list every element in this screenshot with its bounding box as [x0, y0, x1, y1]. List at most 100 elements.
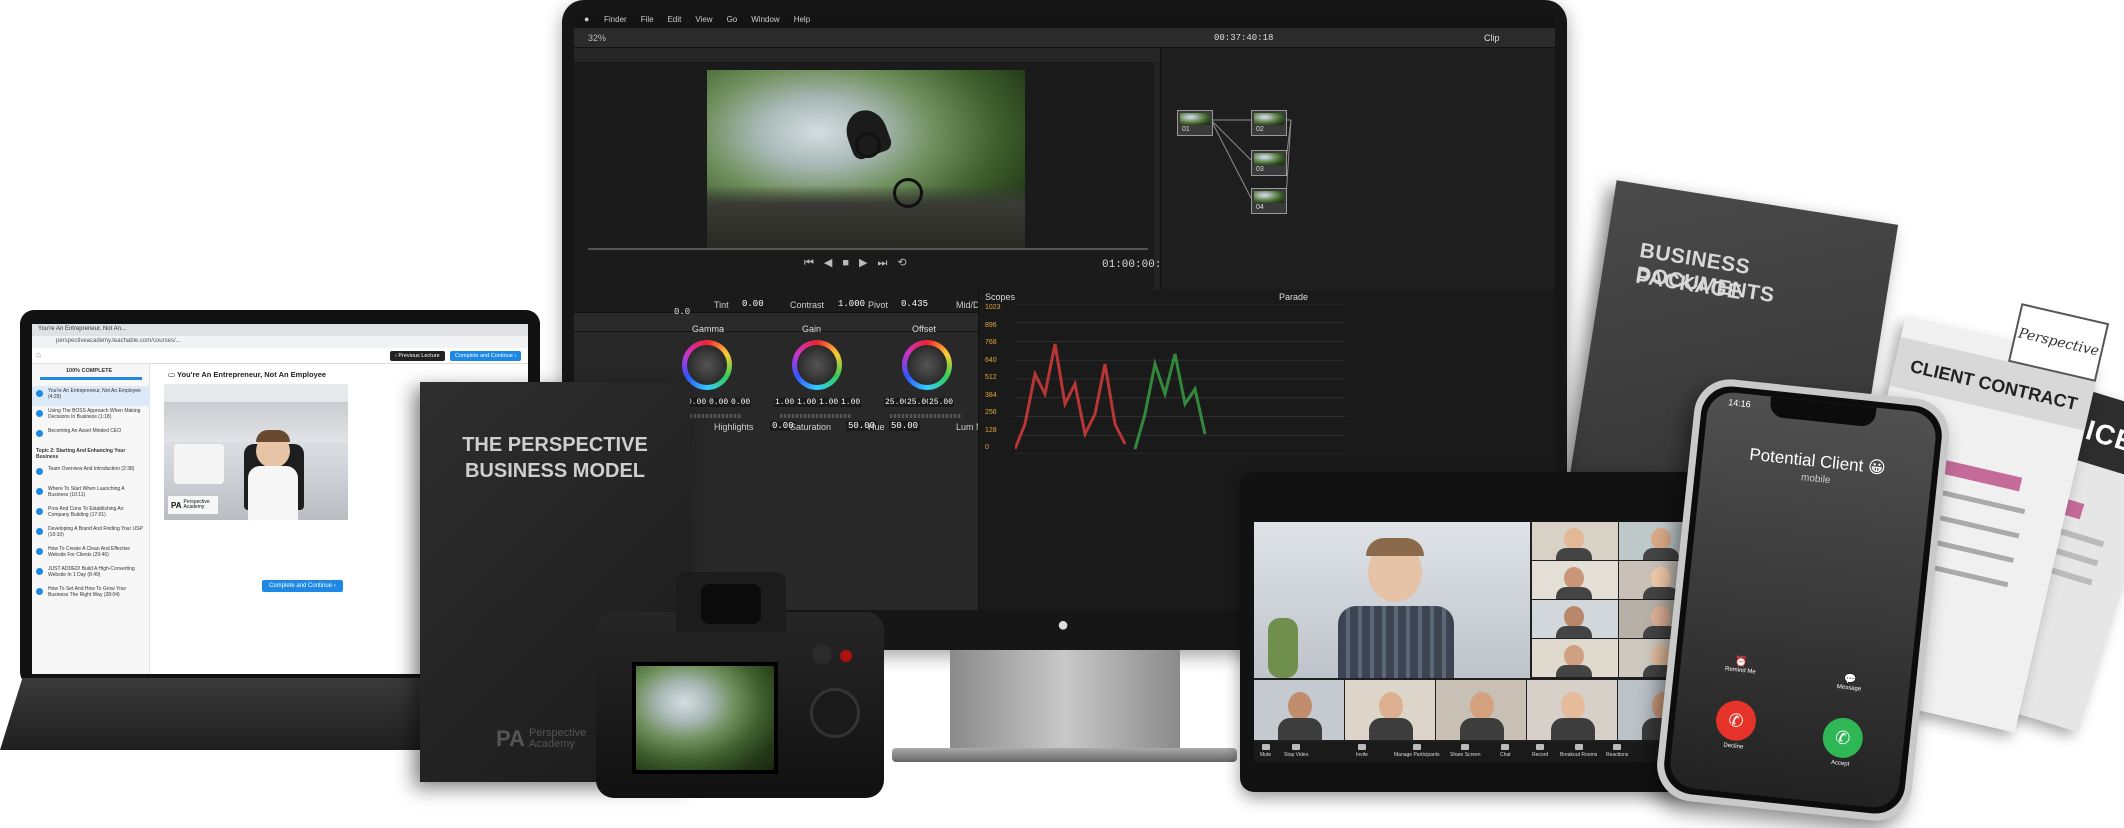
wheel-value[interactable]: 25.00: [928, 398, 955, 407]
wheel-value[interactable]: 0.00: [708, 398, 730, 407]
wheel-value[interactable]: 1.00: [796, 398, 818, 407]
course-header: ⌂ ‹ Previous Lecture Complete and Contin…: [32, 348, 528, 364]
color-wheel[interactable]: [902, 340, 952, 390]
menu-item-file[interactable]: File: [641, 15, 654, 24]
zoom-manage-participants-button[interactable]: Manage Participants: [1394, 744, 1440, 758]
param-value[interactable]: 0.00: [740, 299, 766, 309]
menu-item-view[interactable]: View: [695, 15, 712, 24]
video-logo: PA Perspective Academy: [168, 496, 218, 514]
decline-button[interactable]: ✆ Decline: [1710, 698, 1761, 752]
lecture-title: ▭ You're An Entrepreneur, Not An Employe…: [168, 370, 327, 379]
viewer-scrubber[interactable]: [588, 248, 1148, 250]
wheel-value[interactable]: 0.00: [730, 398, 752, 407]
lesson-item[interactable]: Using The BOSS Approach When Making Deci…: [32, 406, 150, 426]
home-icon[interactable]: ⌂: [36, 350, 41, 359]
zoom-invite-button[interactable]: Invite: [1356, 744, 1368, 758]
zoom-stop-video-button[interactable]: Stop Video: [1284, 744, 1308, 758]
participant-tile: [1532, 639, 1618, 677]
lesson-label: Topic 2: Starting And Enhancing Your Bus…: [36, 448, 126, 460]
lesson-item[interactable]: Becoming An Asset Minded CEO: [32, 426, 150, 446]
check-icon: [36, 390, 43, 397]
participant-tile: [1532, 600, 1618, 638]
zoom-record-button[interactable]: Record: [1532, 744, 1548, 758]
lesson-item[interactable]: How To Set And How To Grow Your Business…: [32, 584, 150, 604]
check-icon: [36, 430, 43, 437]
lesson-label: Pros And Cons To Establishing An Company…: [48, 506, 124, 518]
transport-controls[interactable]: ⏮◀■▶⏭⟲: [804, 256, 917, 270]
menu-item-window[interactable]: Window: [751, 15, 779, 24]
camera-viewfinder: [701, 584, 761, 624]
apple-icon[interactable]: ●: [584, 14, 589, 24]
param-label: Saturation: [790, 422, 832, 432]
toolbar-icon: [1261, 744, 1270, 750]
node-number: 03: [1256, 166, 1264, 173]
wheel-value[interactable]: 1.00: [818, 398, 840, 407]
wheel-value[interactable]: 1.00: [840, 398, 862, 407]
zoom-reactions-button[interactable]: Reactions: [1606, 744, 1628, 758]
accept-button[interactable]: ✆ Accept: [1817, 715, 1868, 770]
check-icon: [36, 548, 43, 555]
color-node[interactable]: 01: [1177, 110, 1213, 136]
param-value[interactable]: 50.00: [889, 421, 921, 431]
check-icon: [36, 410, 43, 417]
zoom-level[interactable]: 32%: [588, 33, 606, 43]
color-node[interactable]: 02: [1251, 110, 1287, 136]
lesson-item[interactable]: Team Overview And Introduction (2:38): [32, 464, 150, 484]
check-icon: [36, 488, 43, 495]
url-text: perspectiveacademy.teachable.com/courses…: [56, 338, 181, 344]
param-value[interactable]: 0.435: [899, 299, 931, 309]
viewer-toolbar: 32% 00:37:40:18 Clip: [574, 28, 1555, 48]
menu-item-go[interactable]: Go: [727, 15, 738, 24]
complete-continue-bottom-button[interactable]: Complete and Continue ›: [262, 580, 343, 592]
wheel-slider[interactable]: [780, 414, 852, 418]
wheel-value[interactable]: 1.00: [774, 398, 796, 407]
param-label: Pivot: [868, 300, 889, 310]
toolbar-icon: [1501, 744, 1510, 750]
remind-me-button[interactable]: ⏰ Remind Me: [1710, 654, 1771, 677]
zoom-share-screen-button[interactable]: Share Screen: [1450, 744, 1481, 758]
param-value[interactable]: 1.000: [836, 299, 868, 309]
toolbar-icon: [1357, 744, 1366, 750]
menu-item-edit[interactable]: Edit: [668, 15, 682, 24]
timecode-top[interactable]: 00:37:40:18: [1214, 33, 1273, 43]
scope-tick: 128: [985, 426, 997, 434]
menu-item-finder[interactable]: Finder: [604, 15, 627, 24]
zoom-chat-button[interactable]: Chat: [1500, 744, 1511, 758]
decline-phone-icon: ✆: [1714, 698, 1759, 743]
color-wheel[interactable]: [792, 340, 842, 390]
toolbar-icon: [1574, 744, 1583, 750]
viewer-image[interactable]: [707, 70, 1025, 248]
menu-item-help[interactable]: Help: [794, 15, 810, 24]
scopes-mode[interactable]: Parade: [1279, 292, 1308, 302]
lesson-item[interactable]: Developing A Brand And Finding Your USP …: [32, 524, 150, 544]
smartphone: 14:16 Potential Client 😀 mobile ⏰ Remind…: [1653, 375, 1953, 825]
zoom-breakout-rooms-button[interactable]: Breakout Rooms: [1560, 744, 1597, 758]
scopes-title: Scopes: [985, 292, 1016, 302]
node-number: 02: [1256, 126, 1264, 133]
lesson-sidebar: 100% COMPLETE You're An Entrepreneur, No…: [32, 364, 150, 674]
zoom-mute-button[interactable]: Mute: [1260, 744, 1271, 758]
scope-tick: 896: [985, 321, 997, 329]
camera-dial[interactable]: [810, 688, 860, 738]
camera-lcd: [632, 662, 778, 774]
participant-tile: [1532, 561, 1618, 599]
lesson-label: Team Overview And Introduction (2:38): [48, 466, 135, 472]
message-button[interactable]: 💬 Message: [1819, 671, 1880, 694]
lesson-item[interactable]: Where To Start When Launching A Business…: [32, 484, 150, 504]
lesson-item[interactable]: Pros And Cons To Establishing An Company…: [32, 504, 150, 524]
clip-mode[interactable]: Clip: [1484, 33, 1500, 43]
lesson-item[interactable]: You're An Entrepreneur, Not An Employee …: [32, 386, 150, 406]
color-node[interactable]: 04: [1251, 188, 1287, 214]
prev-lecture-button[interactable]: ‹ Previous Lecture: [390, 351, 445, 361]
complete-continue-top-button[interactable]: Complete and Continue ›: [450, 351, 522, 361]
wheel-slider[interactable]: [890, 414, 962, 418]
lesson-item[interactable]: JUST ADDED! Build A High-Converting Webs…: [32, 564, 150, 584]
lesson-item[interactable]: How To Create A Clean And Effective Webs…: [32, 544, 150, 564]
signature: Perspective: [2016, 325, 2101, 360]
browser-tab[interactable]: You're An Entrepreneur, Not An...: [38, 326, 126, 332]
address-bar[interactable]: perspectiveacademy.teachable.com/courses…: [32, 336, 528, 348]
toolbar-icon: [1536, 744, 1545, 750]
color-node[interactable]: 03: [1251, 150, 1287, 176]
progress-label: 100% COMPLETE: [66, 368, 113, 374]
lecture-video[interactable]: PA Perspective Academy: [164, 384, 348, 520]
